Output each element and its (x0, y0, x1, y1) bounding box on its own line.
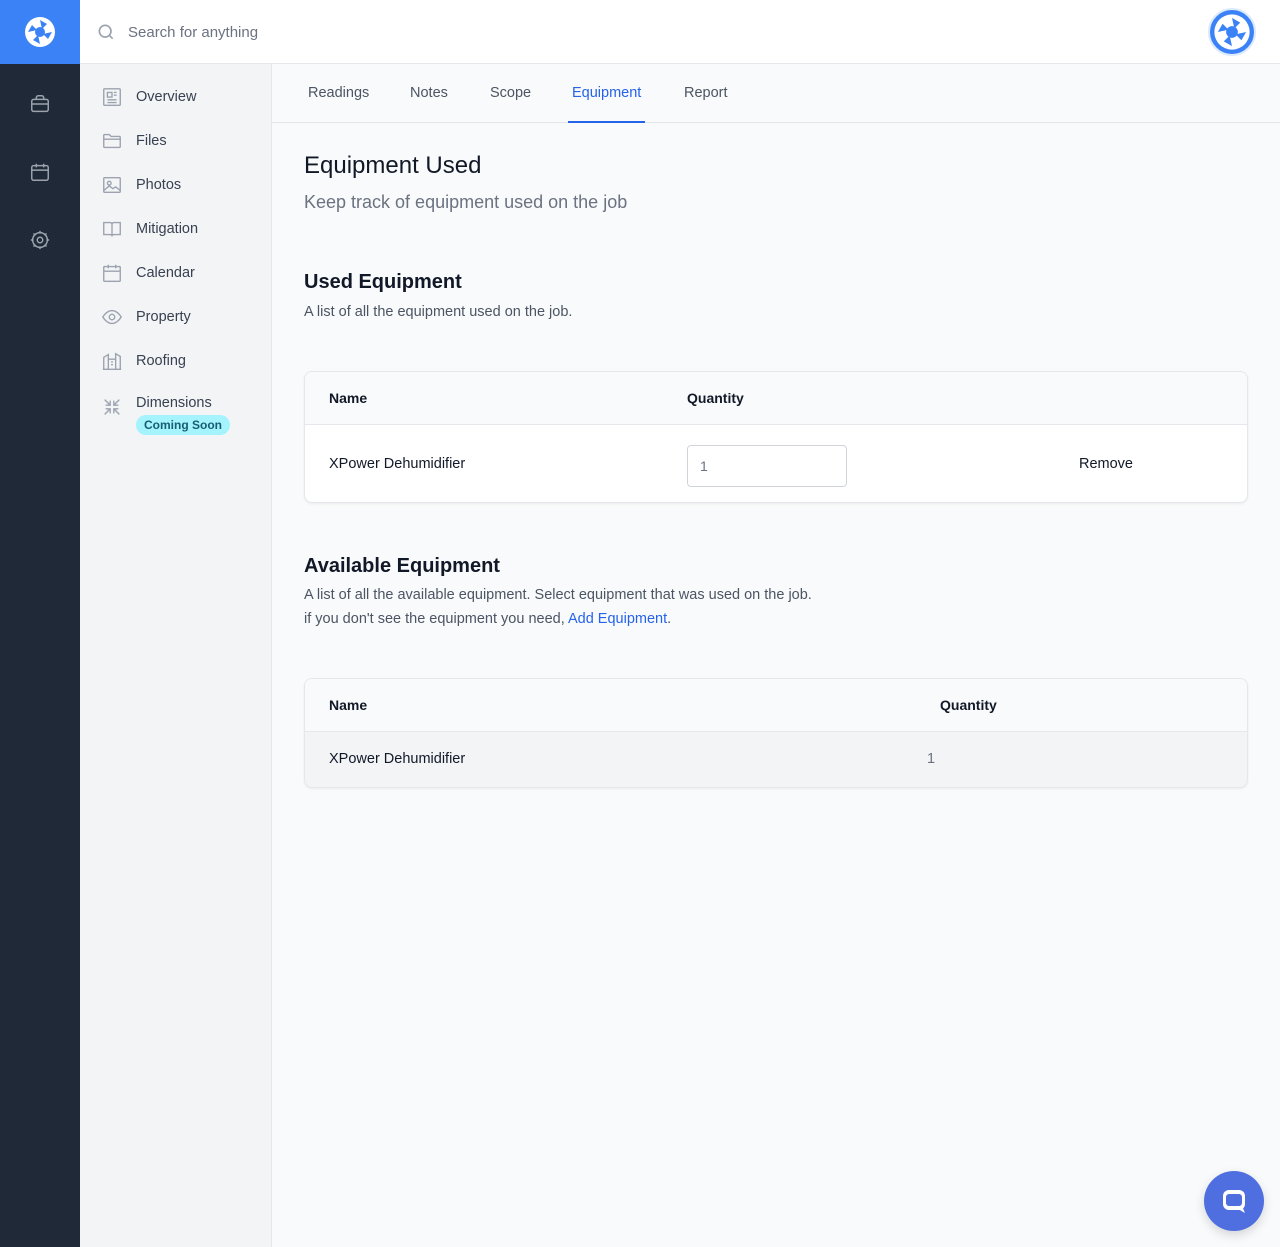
used-equipment-title: Used Equipment (304, 271, 462, 293)
sidebar-item-dimensions[interactable]: Dimensions Coming Soon (100, 389, 260, 449)
search-icon (96, 22, 116, 42)
add-equipment-link[interactable]: Add Equipment (568, 611, 667, 627)
page-subtitle: Keep track of equipment used on the job (304, 192, 628, 212)
column-name-header: Name (329, 697, 368, 713)
eye-icon (100, 305, 124, 329)
sidebar-item-mitigation[interactable]: Mitigation (100, 213, 260, 245)
arrows-collapse-icon (100, 395, 124, 419)
dimensions-label-group: Dimensions Coming Soon (136, 389, 230, 435)
project-sidebar: Overview Files Photos Mitigation Calenda… (80, 64, 272, 1247)
used-equipment-table: Name Quantity XPower Dehumidifier Remove (304, 371, 1248, 503)
tab-bar: Readings Notes Scope Equipment Report (272, 64, 1280, 123)
equipment-quantity: 1 (927, 751, 936, 767)
book-open-icon (100, 217, 124, 241)
available-equipment-description: A list of all the available equipment. S… (304, 587, 812, 603)
sidebar-item-photos[interactable]: Photos (100, 169, 260, 201)
sidebar-item-property[interactable]: Property (100, 301, 260, 333)
sidebar-item-label: Roofing (136, 353, 186, 369)
calendar-icon (100, 261, 124, 285)
sidebar-item-roofing[interactable]: Roofing (100, 345, 260, 377)
tab-report[interactable]: Report (680, 64, 732, 123)
table-row: XPower Dehumidifier Remove (305, 425, 1247, 502)
tab-readings[interactable]: Readings (304, 64, 373, 123)
calendar-icon[interactable] (28, 160, 52, 184)
tab-notes[interactable]: Notes (406, 64, 452, 123)
newspaper-icon (100, 85, 124, 109)
sidebar-item-label: Overview (136, 89, 197, 105)
aperture-avatar-icon (1214, 14, 1250, 50)
sidebar-item-label: Calendar (136, 265, 195, 281)
chat-bubble-icon (1223, 1190, 1245, 1213)
column-quantity-header: Quantity (940, 697, 997, 713)
briefcase-icon[interactable] (28, 92, 52, 116)
sidebar-item-label: Property (136, 309, 191, 325)
top-bar (80, 0, 1280, 64)
folder-icon (100, 129, 124, 153)
column-quantity-header: Quantity (687, 390, 744, 406)
sidebar-item-calendar[interactable]: Calendar (100, 257, 260, 289)
hint-text: if you don't see the equipment you need, (304, 611, 565, 627)
avatar[interactable] (1208, 8, 1256, 56)
table-header: Name Quantity (305, 372, 1247, 425)
add-equipment-hint: if you don't see the equipment you need,… (304, 611, 671, 627)
sidebar-item-label: Photos (136, 177, 182, 193)
search-input[interactable] (128, 16, 728, 48)
table-row[interactable]: XPower Dehumidifier 1 (305, 732, 1247, 787)
page-title: Equipment Used (304, 152, 482, 179)
aperture-logo-icon (25, 17, 55, 47)
app-rail (0, 0, 80, 1247)
gear-icon[interactable] (28, 228, 52, 252)
column-name-header: Name (329, 390, 368, 406)
remove-button[interactable]: Remove (1079, 456, 1133, 472)
sidebar-item-files[interactable]: Files (100, 125, 260, 157)
chat-launcher-button[interactable] (1204, 1171, 1264, 1231)
equipment-name: XPower Dehumidifier (329, 456, 466, 472)
available-equipment-title: Available Equipment (304, 555, 500, 577)
sidebar-item-overview[interactable]: Overview (100, 81, 260, 113)
building-icon (100, 349, 124, 373)
equipment-name: XPower Dehumidifier (329, 751, 466, 767)
app-logo[interactable] (0, 0, 80, 64)
coming-soon-badge: Coming Soon (136, 415, 230, 435)
hint-suffix: . (667, 611, 672, 627)
image-icon (100, 173, 124, 197)
quantity-input[interactable] (687, 445, 847, 487)
sidebar-item-label: Mitigation (136, 221, 199, 237)
tab-equipment[interactable]: Equipment (568, 64, 646, 123)
available-equipment-table: Name Quantity XPower Dehumidifier 1 (304, 678, 1248, 788)
table-header: Name Quantity (305, 679, 1247, 732)
used-equipment-description: A list of all the equipment used on the … (304, 304, 573, 320)
sidebar-item-label: Dimensions (136, 395, 212, 411)
tab-scope[interactable]: Scope (486, 64, 535, 123)
sidebar-item-label: Files (136, 133, 167, 149)
